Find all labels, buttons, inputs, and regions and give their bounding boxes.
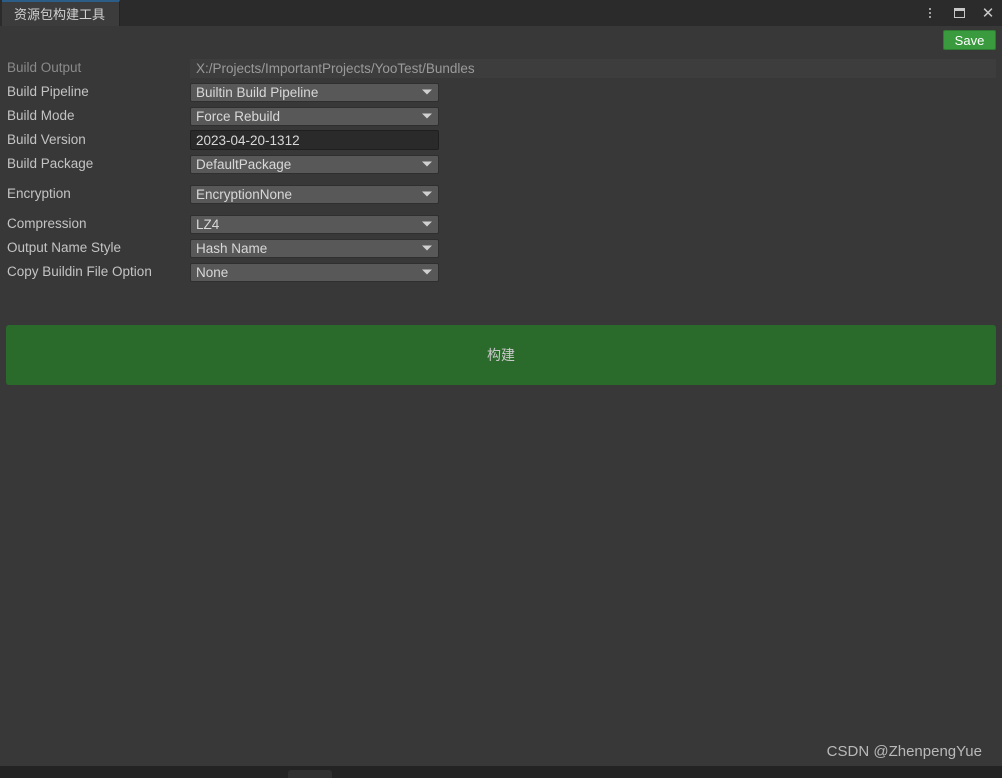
chevron-down-icon — [422, 221, 432, 227]
label-build-version: Build Version — [7, 132, 86, 148]
compression-dropdown[interactable]: LZ4 — [190, 214, 439, 234]
chevron-down-icon — [422, 245, 432, 251]
chevron-down-icon — [422, 89, 432, 95]
form-row-build-package: Build Package DefaultPackage — [0, 152, 1002, 176]
compression-value: LZ4 — [196, 216, 220, 232]
control-build-package: DefaultPackage — [190, 154, 439, 174]
bottom-strip — [0, 766, 1002, 778]
encryption-value: EncryptionNone — [196, 186, 293, 202]
build-mode-dropdown[interactable]: Force Rebuild — [190, 106, 439, 126]
control-build-mode: Force Rebuild — [190, 106, 439, 126]
control-output-name-style: Hash Name — [190, 238, 439, 258]
settings-form: Build Output X:/Projects/ImportantProjec… — [0, 56, 1002, 284]
label-compression: Compression — [7, 216, 87, 232]
control-build-output: X:/Projects/ImportantProjects/YooTest/Bu… — [190, 58, 996, 78]
build-package-dropdown[interactable]: DefaultPackage — [190, 154, 439, 174]
maximize-icon[interactable] — [951, 5, 967, 21]
build-button[interactable]: 构建 — [6, 325, 996, 385]
watermark: CSDN @ZhenpengYue — [826, 743, 982, 760]
build-output-path: X:/Projects/ImportantProjects/YooTest/Bu… — [190, 58, 996, 78]
form-row-build-mode: Build Mode Force Rebuild — [0, 104, 1002, 128]
tab-asset-bundle-builder[interactable]: 资源包构建工具 — [2, 0, 121, 26]
control-compression: LZ4 — [190, 214, 439, 234]
build-package-value: DefaultPackage — [196, 156, 292, 172]
label-build-package: Build Package — [7, 156, 94, 172]
tab-label: 资源包构建工具 — [14, 6, 106, 22]
build-mode-value: Force Rebuild — [196, 108, 281, 124]
form-row-encryption: Encryption EncryptionNone — [0, 182, 1002, 206]
encryption-dropdown[interactable]: EncryptionNone — [190, 184, 439, 204]
build-pipeline-value: Builtin Build Pipeline — [196, 84, 319, 100]
output-name-style-dropdown[interactable]: Hash Name — [190, 238, 439, 258]
build-pipeline-dropdown[interactable]: Builtin Build Pipeline — [190, 82, 439, 102]
form-row-build-pipeline: Build Pipeline Builtin Build Pipeline — [0, 80, 1002, 104]
label-copy-buildin-file-option: Copy Buildin File Option — [7, 264, 152, 280]
output-name-style-value: Hash Name — [196, 240, 268, 256]
label-encryption: Encryption — [7, 186, 71, 202]
label-build-output: Build Output — [7, 60, 82, 76]
save-button[interactable]: Save — [943, 30, 996, 50]
build-version-input[interactable]: 2023-04-20-1312 — [190, 130, 439, 150]
label-build-pipeline: Build Pipeline — [7, 84, 89, 100]
window-tab-bar: 资源包构建工具 ✕ — [0, 0, 1002, 27]
chevron-down-icon — [422, 191, 432, 197]
chevron-down-icon — [422, 269, 432, 275]
copy-buildin-file-option-value: None — [196, 264, 229, 280]
form-row-build-version: Build Version 2023-04-20-1312 — [0, 128, 1002, 152]
control-build-version: 2023-04-20-1312 — [190, 130, 439, 150]
chevron-down-icon — [422, 113, 432, 119]
window-controls: ✕ — [922, 0, 996, 26]
toolbar: Save — [0, 26, 1002, 54]
bottom-tab-nub[interactable] — [288, 770, 332, 778]
control-copy-buildin-file-option: None — [190, 262, 439, 282]
form-row-output-name-style: Output Name Style Hash Name — [0, 236, 1002, 260]
chevron-down-icon — [422, 161, 432, 167]
close-icon[interactable]: ✕ — [980, 5, 996, 21]
label-build-mode: Build Mode — [7, 108, 75, 124]
form-row-compression: Compression LZ4 — [0, 212, 1002, 236]
copy-buildin-file-option-dropdown[interactable]: None — [190, 262, 439, 282]
label-output-name-style: Output Name Style — [7, 240, 122, 256]
form-row-copy-buildin-file-option: Copy Buildin File Option None — [0, 260, 1002, 284]
form-row-build-output: Build Output X:/Projects/ImportantProjec… — [0, 56, 1002, 80]
kebab-menu-icon[interactable] — [922, 5, 938, 21]
asset-bundle-builder-window: 资源包构建工具 ✕ Save Build Output X:/Projects/… — [0, 0, 1002, 778]
control-encryption: EncryptionNone — [190, 184, 439, 204]
control-build-pipeline: Builtin Build Pipeline — [190, 82, 439, 102]
